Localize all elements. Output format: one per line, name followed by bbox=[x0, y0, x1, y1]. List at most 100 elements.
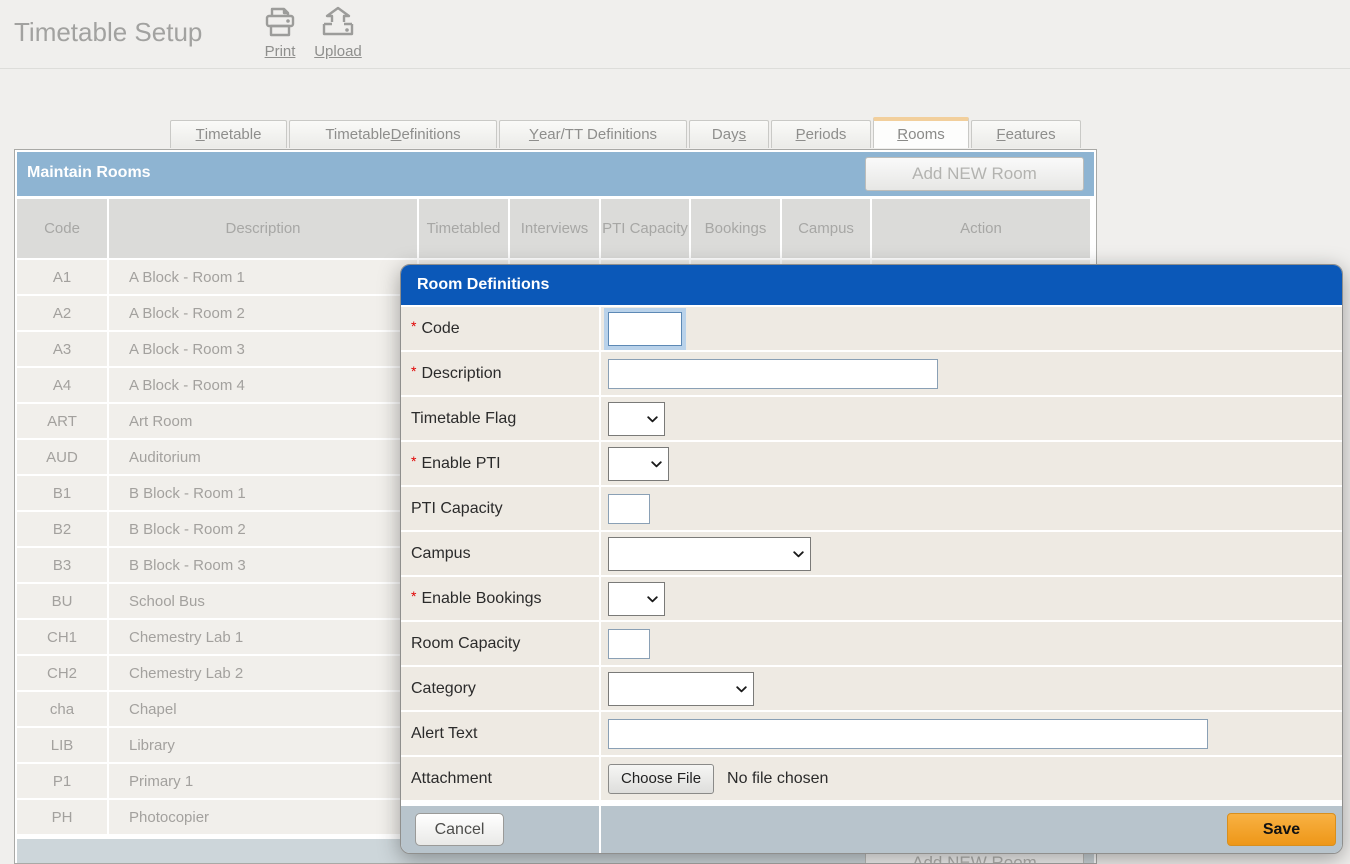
row-code-cell: B2 bbox=[17, 512, 107, 546]
room-definitions-dialog: Room Definitions *Code*DescriptionTimeta… bbox=[400, 264, 1343, 854]
field-row-pti-capacity: PTI Capacity bbox=[401, 487, 1342, 530]
field-label: Alert Text bbox=[401, 712, 599, 755]
print-label[interactable]: Print bbox=[265, 43, 296, 60]
field-control-cell bbox=[601, 577, 1342, 620]
required-asterisk: * bbox=[411, 588, 416, 604]
row-code-cell: LIB bbox=[17, 728, 107, 762]
choose-file-button[interactable]: Choose File bbox=[608, 764, 714, 794]
tab-bar: TimetableTimetable DefinitionsYear/TT De… bbox=[170, 119, 1083, 148]
tab-features[interactable]: Features bbox=[971, 120, 1081, 148]
field-label: *Enable Bookings bbox=[401, 577, 599, 620]
row-code-cell: ART bbox=[17, 404, 107, 438]
required-asterisk: * bbox=[411, 363, 416, 379]
required-asterisk: * bbox=[411, 318, 416, 334]
required-asterisk: * bbox=[411, 453, 416, 469]
dialog-footer: Cancel Save bbox=[401, 806, 1342, 853]
row-description-cell: Auditorium bbox=[109, 440, 417, 474]
row-description-cell: A Block - Room 1 bbox=[109, 260, 417, 294]
row-code-cell: B1 bbox=[17, 476, 107, 510]
tab-periods[interactable]: Periods bbox=[771, 120, 871, 148]
field-control-cell bbox=[601, 487, 1342, 530]
alert-text-input[interactable] bbox=[608, 719, 1208, 749]
field-row-enable-pti: *Enable PTI bbox=[401, 442, 1342, 485]
upload-icon bbox=[308, 6, 368, 43]
enable-pti-select[interactable] bbox=[608, 447, 669, 481]
field-row-attachment: Attachment Choose File No file chosen bbox=[401, 757, 1342, 800]
row-code-cell: PH bbox=[17, 800, 107, 834]
tab-rooms[interactable]: Rooms bbox=[873, 117, 969, 148]
field-control-cell bbox=[601, 667, 1342, 710]
dialog-body: *Code*DescriptionTimetable Flag*Enable P… bbox=[401, 307, 1342, 802]
row-code-cell: CH1 bbox=[17, 620, 107, 654]
field-row-description: *Description bbox=[401, 352, 1342, 395]
field-control-cell bbox=[601, 397, 1342, 440]
row-description-cell: Primary 1 bbox=[109, 764, 417, 798]
description-input[interactable] bbox=[608, 359, 938, 389]
field-control-cell bbox=[601, 712, 1342, 755]
row-description-cell: School Bus bbox=[109, 584, 417, 618]
page-title: Timetable Setup bbox=[14, 17, 202, 48]
upload-button[interactable]: Upload bbox=[308, 6, 368, 61]
field-row-enable-bookings: *Enable Bookings bbox=[401, 577, 1342, 620]
field-label: Campus bbox=[401, 532, 599, 575]
print-icon bbox=[250, 6, 310, 43]
field-row-campus: Campus bbox=[401, 532, 1342, 575]
category-select[interactable] bbox=[608, 672, 754, 706]
tab-timetable[interactable]: Timetable bbox=[170, 120, 287, 148]
dialog-title: Room Definitions bbox=[401, 276, 549, 294]
tab-year-tt-definitions[interactable]: Year/TT Definitions bbox=[499, 120, 687, 148]
tab-timetable-definitions[interactable]: Timetable Definitions bbox=[289, 120, 497, 148]
row-code-cell: A1 bbox=[17, 260, 107, 294]
timetable-flag-select[interactable] bbox=[608, 402, 665, 436]
enable-bookings-select[interactable] bbox=[608, 582, 665, 616]
row-code-cell: BU bbox=[17, 584, 107, 618]
column-header-interviews: Interviews bbox=[510, 199, 599, 258]
cancel-button[interactable]: Cancel bbox=[415, 813, 504, 846]
pti-capacity-input[interactable] bbox=[608, 494, 650, 524]
page-header: Timetable Setup Print bbox=[0, 0, 1350, 69]
row-code-cell: A3 bbox=[17, 332, 107, 366]
field-control-cell bbox=[601, 622, 1342, 665]
tab-days[interactable]: Days bbox=[689, 120, 769, 148]
row-description-cell: Library bbox=[109, 728, 417, 762]
campus-select[interactable] bbox=[608, 537, 811, 571]
column-header-action: Action bbox=[872, 199, 1090, 258]
row-code-cell: P1 bbox=[17, 764, 107, 798]
field-label: Timetable Flag bbox=[401, 397, 599, 440]
row-code-cell: cha bbox=[17, 692, 107, 726]
field-control-cell bbox=[601, 442, 1342, 485]
row-description-cell: B Block - Room 2 bbox=[109, 512, 417, 546]
file-status-text: No file chosen bbox=[727, 770, 828, 788]
save-button[interactable]: Save bbox=[1227, 813, 1336, 846]
column-header-pti-capacity: PTI Capacity bbox=[601, 199, 689, 258]
room-capacity-input[interactable] bbox=[608, 629, 650, 659]
maintain-rooms-title: Maintain Rooms bbox=[27, 164, 151, 182]
footer-divider bbox=[599, 806, 601, 853]
field-label: *Code bbox=[401, 307, 599, 350]
field-label: *Enable PTI bbox=[401, 442, 599, 485]
row-description-cell: B Block - Room 1 bbox=[109, 476, 417, 510]
column-header-campus: Campus bbox=[782, 199, 870, 258]
field-label: *Description bbox=[401, 352, 599, 395]
field-label: Category bbox=[401, 667, 599, 710]
row-description-cell: Chapel bbox=[109, 692, 417, 726]
row-code-cell: A2 bbox=[17, 296, 107, 330]
row-description-cell: A Block - Room 3 bbox=[109, 332, 417, 366]
code-input[interactable] bbox=[608, 312, 682, 346]
row-description-cell: A Block - Room 4 bbox=[109, 368, 417, 402]
row-code-cell: A4 bbox=[17, 368, 107, 402]
row-code-cell: CH2 bbox=[17, 656, 107, 690]
add-new-room-button[interactable]: Add NEW Room bbox=[865, 157, 1084, 191]
field-row-timetable-flag: Timetable Flag bbox=[401, 397, 1342, 440]
field-label: Room Capacity bbox=[401, 622, 599, 665]
row-code-cell: AUD bbox=[17, 440, 107, 474]
row-description-cell: Photocopier bbox=[109, 800, 417, 834]
field-control-cell: Choose File No file chosen bbox=[601, 757, 1342, 800]
upload-label[interactable]: Upload bbox=[314, 43, 362, 60]
print-button[interactable]: Print bbox=[250, 6, 310, 61]
dialog-header: Room Definitions bbox=[401, 265, 1342, 305]
field-label: Attachment bbox=[401, 757, 599, 800]
field-row-room-capacity: Room Capacity bbox=[401, 622, 1342, 665]
field-label: PTI Capacity bbox=[401, 487, 599, 530]
field-control-cell bbox=[601, 532, 1342, 575]
